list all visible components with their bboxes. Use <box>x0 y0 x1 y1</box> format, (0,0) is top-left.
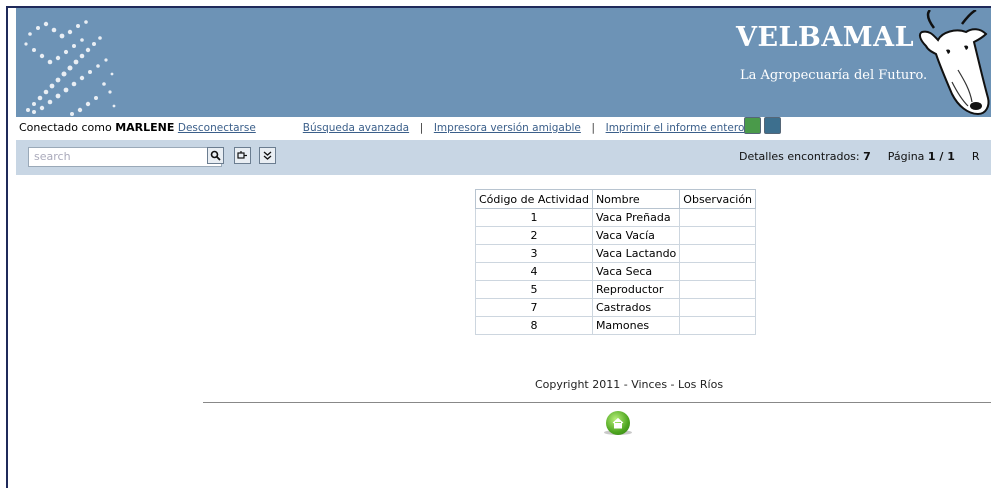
cell-observation <box>679 226 757 245</box>
table-row: 1 Vaca Preñada <box>475 208 757 227</box>
cell-observation <box>679 244 757 263</box>
cell-observation <box>679 298 757 317</box>
search-input[interactable]: search <box>28 147 222 167</box>
footer-divider <box>203 402 991 403</box>
link-separator: | <box>419 121 424 134</box>
column-header-name[interactable]: Nombre <box>591 189 681 209</box>
cell-code: 4 <box>475 262 593 281</box>
word-icon[interactable] <box>764 117 781 134</box>
cell-observation <box>679 262 757 281</box>
connected-as-label: Conectado como <box>19 121 112 134</box>
cell-name: Vaca Seca <box>591 262 681 281</box>
cell-name: Vaca Lactando <box>591 244 681 263</box>
cow-logo-icon <box>916 8 991 117</box>
cell-name: Vaca Preñada <box>591 208 681 227</box>
copyright-text: Copyright 2011 - Vinces - Los Ríos <box>535 378 724 391</box>
cell-code: 5 <box>475 280 593 299</box>
cell-code: 8 <box>475 316 593 335</box>
dot-pattern-logo <box>20 14 120 117</box>
user-links-bar: Conectado como MARLENE Desconectarse Bús… <box>19 118 991 138</box>
frame-left-border <box>6 6 8 488</box>
cell-code: 2 <box>475 226 593 245</box>
page-value: 1 / 1 <box>927 150 955 163</box>
brand-subtitle: La Agropecuaría del Futuro. <box>740 68 928 83</box>
cell-name: Castrados <box>591 298 681 317</box>
page-label: Página <box>887 150 925 163</box>
expand-button[interactable] <box>259 147 276 164</box>
truncated-text: R <box>971 150 980 163</box>
cell-observation <box>679 208 757 227</box>
print-all-link[interactable]: Imprimir el informe entero <box>606 122 745 134</box>
search-toolbar: search Detalles encontrados: 7 Página 1 … <box>16 140 991 175</box>
table-header-row: Código de Actividad Nombre Observación <box>475 189 757 209</box>
cell-code: 7 <box>475 298 593 317</box>
cell-code: 1 <box>475 208 593 227</box>
home-button[interactable] <box>606 411 630 435</box>
brand-title: VELBAMAL <box>736 22 915 53</box>
current-user: MARLENE <box>115 121 175 134</box>
cell-name: Reproductor <box>591 280 681 299</box>
link-separator: | <box>591 121 596 134</box>
cell-name: Vaca Vacía <box>591 226 681 245</box>
table-row: 2 Vaca Vacía <box>475 226 757 245</box>
search-button[interactable] <box>207 147 224 164</box>
column-header-code[interactable]: Código de Actividad <box>475 189 593 209</box>
table-row: 8 Mamones <box>475 316 757 335</box>
search-icon <box>210 150 221 161</box>
column-header-observation[interactable]: Observación <box>679 189 757 209</box>
cell-name: Mamones <box>591 316 681 335</box>
filter-button[interactable] <box>234 147 251 164</box>
advanced-search-link[interactable]: Búsqueda avanzada <box>303 122 409 134</box>
excel-icon[interactable] <box>744 117 761 134</box>
printer-friendly-link[interactable]: Impresora versión amigable <box>434 122 581 134</box>
cell-observation <box>679 316 757 335</box>
cell-observation <box>679 280 757 299</box>
found-label: Detalles encontrados: <box>739 150 860 163</box>
expand-icon <box>263 151 272 160</box>
records-found: Detalles encontrados: 7 Página 1 / 1 R <box>739 150 980 163</box>
activity-table: Código de Actividad Nombre Observación 1… <box>475 189 757 335</box>
table-row: 7 Castrados <box>475 298 757 317</box>
found-count: 7 <box>863 150 871 163</box>
logout-link[interactable]: Desconectarse <box>178 122 256 134</box>
filter-icon <box>237 151 247 159</box>
table-row: 4 Vaca Seca <box>475 262 757 281</box>
header-banner: VELBAMAL La Agropecuaría del Futuro. <box>16 8 991 117</box>
home-icon <box>612 417 624 429</box>
cell-code: 3 <box>475 244 593 263</box>
table-row: 3 Vaca Lactando <box>475 244 757 263</box>
export-icons <box>744 117 784 137</box>
table-row: 5 Reproductor <box>475 280 757 299</box>
